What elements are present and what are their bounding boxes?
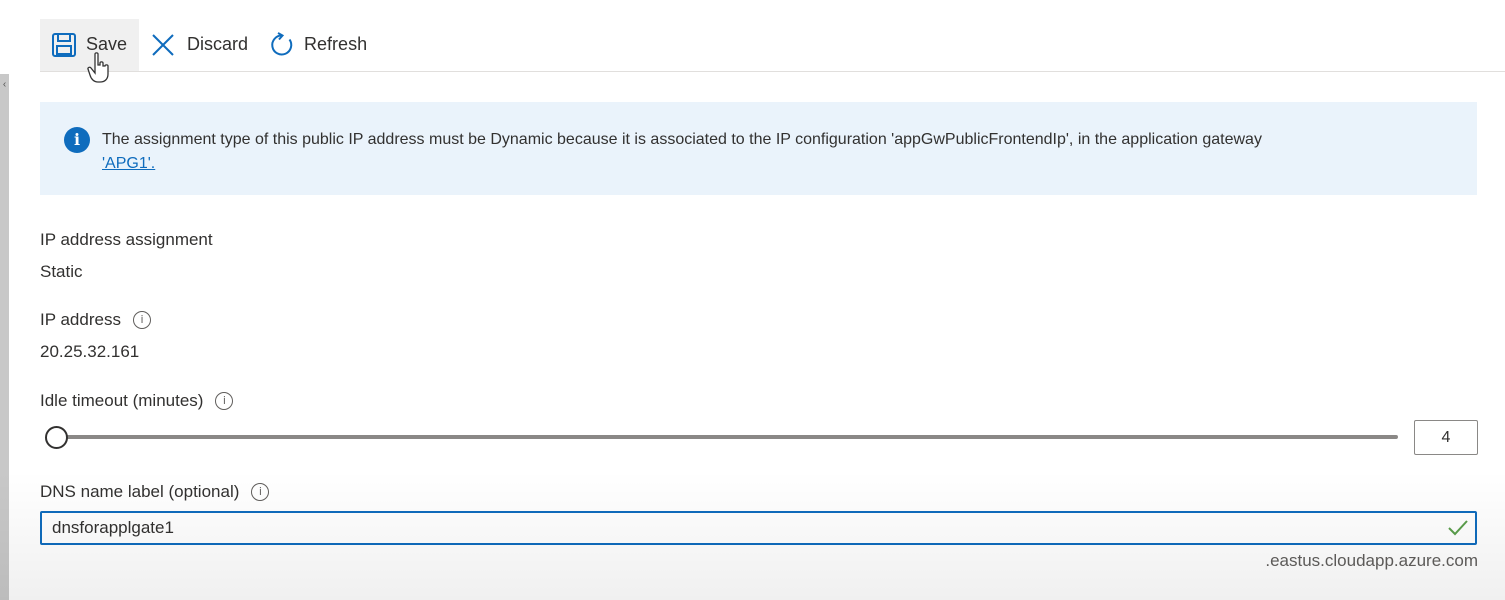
refresh-button[interactable]: Refresh <box>258 19 377 71</box>
discard-label: Discard <box>187 34 249 54</box>
hand-cursor-icon <box>87 52 109 83</box>
left-edge-strip <box>0 74 9 600</box>
ip-address-value: 20.25.32.161 <box>40 342 140 361</box>
ip-assignment-label: IP address assignment <box>40 230 213 250</box>
info-tooltip-icon[interactable]: i <box>215 392 234 410</box>
idle-timeout-slider-thumb[interactable] <box>45 426 68 449</box>
info-banner: i The assignment type of this public IP … <box>40 102 1477 195</box>
info-icon: i <box>64 127 90 153</box>
ip-assignment-value: Static <box>40 262 83 281</box>
dns-name-input[interactable] <box>40 511 1477 545</box>
gateway-link[interactable]: 'APG1'. <box>102 152 1262 176</box>
ip-address-label: IP address i <box>40 310 151 330</box>
refresh-icon <box>268 31 296 59</box>
idle-timeout-label-text: Idle timeout (minutes) <box>40 391 204 410</box>
save-icon <box>50 31 78 59</box>
idle-timeout-label: Idle timeout (minutes) i <box>40 391 234 411</box>
info-tooltip-icon[interactable]: i <box>251 483 270 501</box>
idle-timeout-slider-track[interactable] <box>58 435 1398 439</box>
info-tooltip-icon[interactable]: i <box>132 311 151 329</box>
ip-address-label-text: IP address <box>40 310 121 329</box>
refresh-label: Refresh <box>304 34 368 54</box>
idle-timeout-value-box[interactable]: 4 <box>1414 420 1478 455</box>
dns-suffix: .eastus.cloudapp.azure.com <box>1265 551 1478 570</box>
discard-button[interactable]: Discard <box>139 19 258 71</box>
info-message: The assignment type of this public IP ad… <box>102 128 1262 195</box>
dns-label: DNS name label (optional) i <box>40 482 270 502</box>
dns-label-text: DNS name label (optional) <box>40 482 240 501</box>
ip-assignment-label-text: IP address assignment <box>40 230 213 249</box>
close-icon <box>149 31 177 59</box>
checkmark-icon <box>1448 520 1468 536</box>
command-bar: Save Discard Refresh <box>40 18 1505 72</box>
chevron-left-icon[interactable]: ‹ <box>0 78 9 92</box>
info-message-text: The assignment type of this public IP ad… <box>102 131 1262 148</box>
